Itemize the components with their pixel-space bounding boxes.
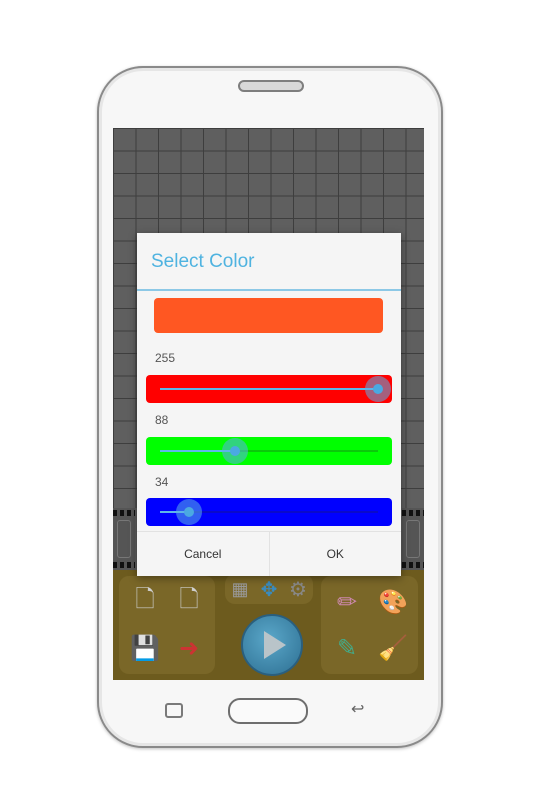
delete-file-icon[interactable]: 🗋 bbox=[171, 582, 207, 622]
export-file-icon[interactable]: ➜ bbox=[171, 628, 207, 668]
play-button[interactable] bbox=[241, 614, 303, 676]
save-icon[interactable]: 💾 bbox=[127, 628, 163, 668]
home-button[interactable] bbox=[228, 698, 308, 724]
settings-gear-icon[interactable]: ⚙ bbox=[285, 576, 311, 602]
ok-button[interactable]: OK bbox=[268, 532, 402, 576]
move-arrows-icon[interactable]: ✥ bbox=[256, 576, 282, 602]
paint-bucket-icon[interactable]: 🎨 bbox=[373, 582, 413, 622]
green-slider[interactable] bbox=[146, 437, 392, 465]
color-preview-swatch bbox=[154, 298, 383, 333]
frame-strip-left[interactable] bbox=[113, 508, 135, 570]
blue-slider-thumb[interactable] bbox=[176, 499, 203, 525]
draw-tools-panel: ✏ 🎨 ✎ 🧹 bbox=[321, 576, 418, 674]
blue-slider[interactable] bbox=[146, 498, 392, 526]
red-slider[interactable] bbox=[146, 375, 392, 403]
broom-icon[interactable]: 🧹 bbox=[373, 628, 413, 668]
recent-apps-icon[interactable] bbox=[165, 703, 183, 718]
bottom-toolbar: 🗋 🗋 💾 ➜ ▦ ✥ ⚙ ✏ 🎨 ✎ 🧹 bbox=[113, 570, 424, 680]
back-icon[interactable]: ↩ bbox=[351, 699, 364, 719]
grid-icon[interactable]: ▦ bbox=[227, 576, 253, 602]
cancel-button[interactable]: Cancel bbox=[137, 532, 269, 576]
frame-strip-right[interactable] bbox=[402, 508, 424, 570]
view-tools-panel: ▦ ✥ ⚙ bbox=[225, 574, 313, 604]
speaker-grille bbox=[238, 80, 304, 92]
color-pencils-icon[interactable]: ✏ bbox=[327, 582, 367, 622]
pencil-icon[interactable]: ✎ bbox=[327, 628, 367, 668]
new-file-icon[interactable]: 🗋 bbox=[127, 582, 163, 622]
dialog-title: Select Color bbox=[151, 251, 255, 272]
green-slider-thumb[interactable] bbox=[222, 438, 249, 464]
title-divider bbox=[137, 289, 401, 291]
green-value-label: 88 bbox=[155, 413, 169, 427]
select-color-dialog: Select Color 255 88 34 Cancel OK bbox=[137, 233, 401, 576]
dialog-button-row: Cancel OK bbox=[137, 531, 401, 576]
red-value-label: 255 bbox=[155, 351, 176, 365]
blue-value-label: 34 bbox=[155, 475, 169, 489]
red-slider-thumb[interactable] bbox=[365, 376, 391, 402]
file-tools-panel: 🗋 🗋 💾 ➜ bbox=[119, 576, 215, 674]
